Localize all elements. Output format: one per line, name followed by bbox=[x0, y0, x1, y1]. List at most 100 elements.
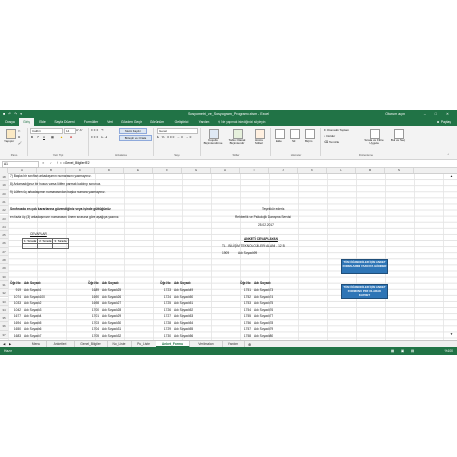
student-name[interactable]: Adı Soyadı32 bbox=[102, 334, 121, 338]
delete-cells-icon[interactable] bbox=[290, 129, 300, 139]
thanks-text[interactable]: Teşekkür ederiz. bbox=[262, 207, 285, 211]
student-name[interactable]: Adı Soyadı79 bbox=[254, 327, 273, 331]
tell-me-search[interactable]: ⚲ Ne yapmak istediğinizi söyleyin bbox=[218, 118, 265, 126]
student-number[interactable]: 1703 bbox=[88, 321, 99, 325]
print-all-forms-button[interactable]: TÜM ÖĞRENCİLER İÇİN ANKET FORMLARINI YAZ… bbox=[341, 259, 388, 274]
student-number[interactable]: 1700 bbox=[88, 308, 99, 312]
student-name[interactable]: Adı Soyadı74 bbox=[254, 295, 273, 299]
student-name[interactable]: Adı Soyadı49 bbox=[174, 288, 193, 292]
student-name[interactable]: Adı Soyadı55 bbox=[174, 327, 193, 331]
tab-page-layout[interactable]: Sayfa Düzeni bbox=[51, 118, 78, 126]
student-name[interactable]: Adı Soyadı5 bbox=[24, 321, 41, 325]
instruction-8[interactable]: 8) Anlamadığınız bir husus varsa lütfen … bbox=[10, 182, 101, 186]
cell-grid[interactable] bbox=[8, 173, 457, 340]
tab-file[interactable]: Dosya bbox=[2, 118, 18, 126]
survey-question-line2[interactable]: en fazla üç (3) arkadaşınızın numarasını… bbox=[10, 215, 119, 219]
row-header[interactable]: 18 bbox=[0, 173, 8, 182]
font-size-select[interactable]: 14 bbox=[64, 128, 76, 134]
student-name[interactable]: Adı Soyadı52 bbox=[174, 308, 193, 312]
student-number[interactable]: 1753 bbox=[240, 301, 251, 305]
window-controls[interactable]: – □ ✕ bbox=[424, 110, 453, 118]
student-number[interactable]: 1650 bbox=[10, 327, 21, 331]
student-number[interactable]: 1756 bbox=[240, 321, 251, 325]
borders-icon[interactable]: ▦ bbox=[51, 135, 54, 139]
student-name[interactable]: Adı Soyadı4 bbox=[24, 314, 41, 318]
align-left-icons[interactable]: ≡≡≡ ⇤⇥ bbox=[91, 135, 108, 139]
student-name[interactable]: Adı Soyadı75 bbox=[254, 301, 273, 305]
row-header[interactable]: 31 bbox=[0, 280, 8, 290]
worksheet[interactable]: A B C D E F G H I J K L M N 18 19 20 21 22 23… bbox=[0, 168, 457, 340]
respondent-name[interactable]: Adı Soyadı99 bbox=[238, 251, 257, 255]
student-name[interactable]: Adı Soyadı50 bbox=[174, 295, 193, 299]
answer-slot-3[interactable] bbox=[52, 243, 69, 249]
column-header[interactable]: N bbox=[385, 168, 414, 173]
student-name[interactable]: Adı Soyadı2 bbox=[24, 301, 41, 305]
column-header[interactable]: F bbox=[153, 168, 182, 173]
student-number[interactable]: 1725 bbox=[160, 301, 171, 305]
paste-icon[interactable] bbox=[6, 129, 16, 139]
student-name[interactable]: Adı Soyadı29 bbox=[102, 314, 121, 318]
column-header[interactable]: A bbox=[8, 168, 37, 173]
number-format-icons[interactable]: ₺ % 000 ←0 →0 bbox=[157, 135, 192, 139]
font-color-icon[interactable]: A bbox=[70, 135, 72, 139]
form-date[interactable]: 25.02.2017 bbox=[258, 223, 274, 227]
row-header[interactable]: 23 bbox=[0, 214, 8, 223]
bold-icon[interactable]: K bbox=[31, 135, 33, 139]
sign-in-link[interactable]: Oturum açın bbox=[385, 110, 405, 118]
respondent-number[interactable]: 1909 bbox=[222, 251, 229, 255]
italic-icon[interactable]: T bbox=[37, 135, 39, 139]
row-header[interactable]: 32 bbox=[0, 289, 8, 298]
column-header[interactable]: I bbox=[240, 168, 269, 173]
student-number[interactable]: 1758 bbox=[240, 334, 251, 338]
font-name-select[interactable]: Calibri bbox=[30, 128, 63, 134]
row-header[interactable]: 35 bbox=[0, 314, 8, 323]
student-name[interactable]: Adı Soyadı7 bbox=[24, 334, 41, 338]
grow-font-icon[interactable]: Aˆ Aˇ bbox=[76, 128, 83, 132]
tab-review[interactable]: Gözden Geçir bbox=[118, 118, 145, 126]
student-number[interactable]: 1724 bbox=[160, 295, 171, 299]
view-mode-icons[interactable]: ▦ ▣ ▤ bbox=[391, 347, 417, 355]
format-painter-icon[interactable]: 🖌 bbox=[18, 141, 22, 145]
column-header[interactable]: G bbox=[182, 168, 211, 173]
tab-data[interactable]: Veri bbox=[104, 118, 116, 126]
student-number[interactable]: 1705 bbox=[88, 334, 99, 338]
tab-home[interactable]: Giriş bbox=[19, 118, 34, 126]
number-format-select[interactable]: Genel bbox=[157, 128, 198, 134]
row-header[interactable]: 19 bbox=[0, 181, 8, 190]
student-number[interactable]: 1698 bbox=[88, 301, 99, 305]
student-name[interactable]: Adı Soyadı1 bbox=[24, 288, 41, 292]
answer-slot-2[interactable] bbox=[37, 243, 54, 249]
student-name[interactable]: Adı Soyadı53 bbox=[174, 314, 193, 318]
tab-help[interactable]: Yardım bbox=[196, 118, 212, 126]
student-number[interactable]: 1042 bbox=[10, 308, 21, 312]
tab-insert[interactable]: Ekle bbox=[36, 118, 49, 126]
answer-slot-1[interactable] bbox=[21, 243, 39, 249]
student-number[interactable]: 1033 bbox=[10, 301, 21, 305]
clear-button[interactable]: ⌫ Temizle bbox=[324, 140, 339, 144]
column-header[interactable]: L bbox=[327, 168, 356, 173]
column-header[interactable]: C bbox=[66, 168, 95, 173]
row-header[interactable]: 29 bbox=[0, 264, 8, 273]
zoom-level[interactable]: %100 bbox=[445, 347, 453, 355]
student-name[interactable]: Adı Soyadı76 bbox=[254, 308, 273, 312]
survey-question[interactable]: Sınıfınızda en çok kararlarına güvendiği… bbox=[10, 207, 111, 211]
align-top-icons[interactable]: ≡≡≡ ↷ bbox=[91, 128, 105, 132]
scroll-down-icon[interactable]: ▼ bbox=[450, 332, 453, 336]
formula-controls[interactable]: ✕ ✓ fx bbox=[42, 160, 64, 167]
fill-color-icon[interactable]: ▲ bbox=[60, 135, 63, 139]
student-name[interactable]: Adı Soyadı100 bbox=[24, 295, 45, 299]
student-name[interactable]: Adı Soyadı25 bbox=[102, 288, 121, 292]
student-number[interactable]: 1690 bbox=[88, 295, 99, 299]
row-header[interactable]: 28 bbox=[0, 256, 8, 265]
format-cells-icon[interactable] bbox=[305, 129, 315, 139]
student-name[interactable]: Adı Soyadı3 bbox=[24, 308, 41, 312]
copy-icon[interactable]: ⧉ bbox=[18, 135, 20, 139]
column-header[interactable]: D bbox=[95, 168, 124, 173]
tab-formulas[interactable]: Formüller bbox=[80, 118, 102, 126]
row-header[interactable]: 30 bbox=[0, 272, 8, 281]
merge-center-button[interactable]: Birleştir ve Ortala bbox=[119, 135, 152, 141]
student-name[interactable]: Adı Soyadı54 bbox=[174, 321, 193, 325]
column-header[interactable]: M bbox=[356, 168, 385, 173]
student-number[interactable]: 1677 bbox=[10, 314, 21, 318]
student-name[interactable]: Adı Soyadı6 bbox=[24, 327, 41, 331]
